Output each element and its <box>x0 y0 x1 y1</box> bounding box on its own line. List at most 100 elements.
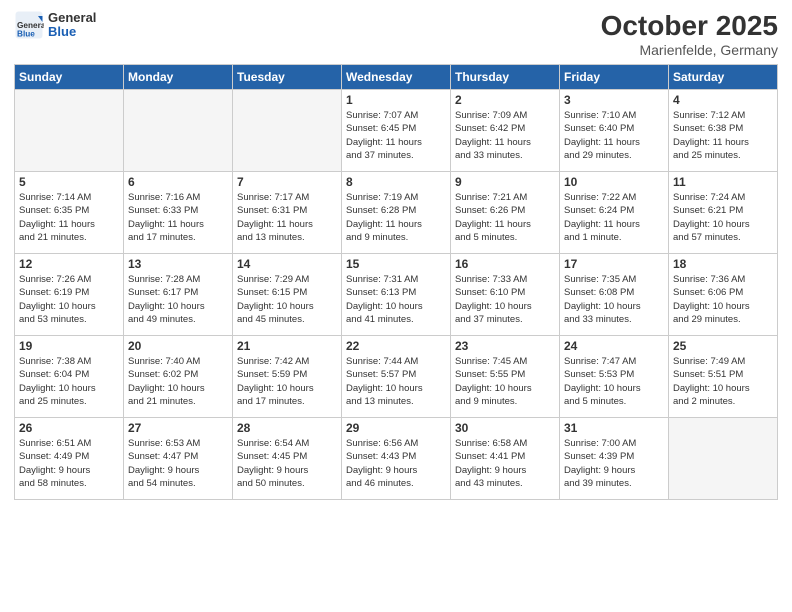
day-info: Sunrise: 7:35 AM Sunset: 6:08 PM Dayligh… <box>564 273 664 326</box>
calendar-cell <box>233 90 342 172</box>
weekday-header-row: SundayMondayTuesdayWednesdayThursdayFrid… <box>15 65 778 90</box>
day-number: 7 <box>237 175 337 189</box>
day-info: Sunrise: 6:56 AM Sunset: 4:43 PM Dayligh… <box>346 437 446 490</box>
day-info: Sunrise: 7:22 AM Sunset: 6:24 PM Dayligh… <box>564 191 664 244</box>
day-info: Sunrise: 7:44 AM Sunset: 5:57 PM Dayligh… <box>346 355 446 408</box>
day-info: Sunrise: 6:51 AM Sunset: 4:49 PM Dayligh… <box>19 437 119 490</box>
calendar-cell: 11Sunrise: 7:24 AM Sunset: 6:21 PM Dayli… <box>669 172 778 254</box>
day-number: 10 <box>564 175 664 189</box>
day-number: 28 <box>237 421 337 435</box>
logo: General Blue General Blue <box>14 10 96 40</box>
day-number: 23 <box>455 339 555 353</box>
day-info: Sunrise: 7:00 AM Sunset: 4:39 PM Dayligh… <box>564 437 664 490</box>
day-number: 26 <box>19 421 119 435</box>
day-info: Sunrise: 7:40 AM Sunset: 6:02 PM Dayligh… <box>128 355 228 408</box>
location: Marienfelde, Germany <box>601 42 778 58</box>
day-number: 12 <box>19 257 119 271</box>
day-info: Sunrise: 7:21 AM Sunset: 6:26 PM Dayligh… <box>455 191 555 244</box>
day-number: 27 <box>128 421 228 435</box>
logo-blue-text: Blue <box>48 25 96 39</box>
calendar-cell: 29Sunrise: 6:56 AM Sunset: 4:43 PM Dayli… <box>342 418 451 500</box>
weekday-header-sunday: Sunday <box>15 65 124 90</box>
day-info: Sunrise: 7:16 AM Sunset: 6:33 PM Dayligh… <box>128 191 228 244</box>
day-info: Sunrise: 6:53 AM Sunset: 4:47 PM Dayligh… <box>128 437 228 490</box>
calendar-cell: 3 Sunrise: 7:10 AM Sunset: 6:40 PM Daylig… <box>560 90 669 172</box>
day-number: 2 <box>455 93 555 107</box>
calendar-cell: 4 Sunrise: 7:12 AM Sunset: 6:38 PM Daylig… <box>669 90 778 172</box>
logo-general-text: General <box>48 11 96 25</box>
day-number: 17 <box>564 257 664 271</box>
day-info: Sunrise: 7:33 AM Sunset: 6:10 PM Dayligh… <box>455 273 555 326</box>
calendar-cell: 30 Sunrise: 6:58 AM Sunset: 4:41 PM Dayli… <box>451 418 560 500</box>
day-info: Sunrise: 7:36 AM Sunset: 6:06 PM Dayligh… <box>673 273 773 326</box>
calendar-week-row: 19Sunrise: 7:38 AM Sunset: 6:04 PM Dayli… <box>15 336 778 418</box>
day-number: 31 <box>564 421 664 435</box>
day-info: Sunrise: 7:07 AM Sunset: 6:45 PM Dayligh… <box>346 109 446 162</box>
calendar-cell: 5Sunrise: 7:14 AM Sunset: 6:35 PM Daylig… <box>15 172 124 254</box>
weekday-header-saturday: Saturday <box>669 65 778 90</box>
day-info: Sunrise: 7:17 AM Sunset: 6:31 PM Dayligh… <box>237 191 337 244</box>
calendar-cell: 1 Sunrise: 7:07 AM Sunset: 6:45 PM Daylig… <box>342 90 451 172</box>
calendar-cell: 7 Sunrise: 7:17 AM Sunset: 6:31 PM Daylig… <box>233 172 342 254</box>
day-number: 3 <box>564 93 664 107</box>
calendar-cell: 24 Sunrise: 7:47 AM Sunset: 5:53 PM Dayli… <box>560 336 669 418</box>
day-info: Sunrise: 6:58 AM Sunset: 4:41 PM Dayligh… <box>455 437 555 490</box>
page-container: General Blue General Blue October 2025 M… <box>0 0 792 612</box>
calendar-cell: 10 Sunrise: 7:22 AM Sunset: 6:24 PM Dayli… <box>560 172 669 254</box>
day-number: 30 <box>455 421 555 435</box>
day-number: 6 <box>128 175 228 189</box>
calendar-cell <box>669 418 778 500</box>
calendar-cell: 21Sunrise: 7:42 AM Sunset: 5:59 PM Dayli… <box>233 336 342 418</box>
calendar-cell: 31 Sunrise: 7:00 AM Sunset: 4:39 PM Dayli… <box>560 418 669 500</box>
day-number: 9 <box>455 175 555 189</box>
day-number: 13 <box>128 257 228 271</box>
calendar-week-row: 12Sunrise: 7:26 AM Sunset: 6:19 PM Dayli… <box>15 254 778 336</box>
title-block: October 2025 Marienfelde, Germany <box>601 10 778 58</box>
calendar-cell: 8Sunrise: 7:19 AM Sunset: 6:28 PM Daylig… <box>342 172 451 254</box>
day-info: Sunrise: 7:10 AM Sunset: 6:40 PM Dayligh… <box>564 109 664 162</box>
day-info: Sunrise: 7:09 AM Sunset: 6:42 PM Dayligh… <box>455 109 555 162</box>
day-number: 11 <box>673 175 773 189</box>
day-number: 15 <box>346 257 446 271</box>
calendar-cell: 6 Sunrise: 7:16 AM Sunset: 6:33 PM Daylig… <box>124 172 233 254</box>
day-number: 22 <box>346 339 446 353</box>
calendar-cell: 2 Sunrise: 7:09 AM Sunset: 6:42 PM Daylig… <box>451 90 560 172</box>
calendar-cell: 26 Sunrise: 6:51 AM Sunset: 4:49 PM Dayli… <box>15 418 124 500</box>
day-info: Sunrise: 6:54 AM Sunset: 4:45 PM Dayligh… <box>237 437 337 490</box>
calendar-cell: 28 Sunrise: 6:54 AM Sunset: 4:45 PM Dayli… <box>233 418 342 500</box>
month-title: October 2025 <box>601 10 778 42</box>
day-info: Sunrise: 7:47 AM Sunset: 5:53 PM Dayligh… <box>564 355 664 408</box>
calendar-cell: 9 Sunrise: 7:21 AM Sunset: 6:26 PM Daylig… <box>451 172 560 254</box>
calendar-cell: 17 Sunrise: 7:35 AM Sunset: 6:08 PM Dayli… <box>560 254 669 336</box>
weekday-header-wednesday: Wednesday <box>342 65 451 90</box>
calendar-week-row: 1 Sunrise: 7:07 AM Sunset: 6:45 PM Daylig… <box>15 90 778 172</box>
day-number: 16 <box>455 257 555 271</box>
day-number: 20 <box>128 339 228 353</box>
day-number: 1 <box>346 93 446 107</box>
svg-text:Blue: Blue <box>17 29 35 38</box>
calendar-cell: 27 Sunrise: 6:53 AM Sunset: 4:47 PM Dayli… <box>124 418 233 500</box>
calendar-table: SundayMondayTuesdayWednesdayThursdayFrid… <box>14 64 778 500</box>
calendar-cell: 19Sunrise: 7:38 AM Sunset: 6:04 PM Dayli… <box>15 336 124 418</box>
day-info: Sunrise: 7:29 AM Sunset: 6:15 PM Dayligh… <box>237 273 337 326</box>
day-info: Sunrise: 7:28 AM Sunset: 6:17 PM Dayligh… <box>128 273 228 326</box>
calendar-cell: 20 Sunrise: 7:40 AM Sunset: 6:02 PM Dayli… <box>124 336 233 418</box>
calendar-cell: 16 Sunrise: 7:33 AM Sunset: 6:10 PM Dayli… <box>451 254 560 336</box>
day-info: Sunrise: 7:38 AM Sunset: 6:04 PM Dayligh… <box>19 355 119 408</box>
weekday-header-friday: Friday <box>560 65 669 90</box>
logo-text: General Blue <box>48 11 96 40</box>
day-info: Sunrise: 7:49 AM Sunset: 5:51 PM Dayligh… <box>673 355 773 408</box>
calendar-cell <box>15 90 124 172</box>
calendar-week-row: 26 Sunrise: 6:51 AM Sunset: 4:49 PM Dayli… <box>15 418 778 500</box>
day-info: Sunrise: 7:12 AM Sunset: 6:38 PM Dayligh… <box>673 109 773 162</box>
day-number: 24 <box>564 339 664 353</box>
calendar-week-row: 5Sunrise: 7:14 AM Sunset: 6:35 PM Daylig… <box>15 172 778 254</box>
day-number: 8 <box>346 175 446 189</box>
day-number: 4 <box>673 93 773 107</box>
calendar-cell: 12Sunrise: 7:26 AM Sunset: 6:19 PM Dayli… <box>15 254 124 336</box>
day-info: Sunrise: 7:42 AM Sunset: 5:59 PM Dayligh… <box>237 355 337 408</box>
weekday-header-tuesday: Tuesday <box>233 65 342 90</box>
day-info: Sunrise: 7:31 AM Sunset: 6:13 PM Dayligh… <box>346 273 446 326</box>
calendar-cell: 23Sunrise: 7:45 AM Sunset: 5:55 PM Dayli… <box>451 336 560 418</box>
weekday-header-thursday: Thursday <box>451 65 560 90</box>
